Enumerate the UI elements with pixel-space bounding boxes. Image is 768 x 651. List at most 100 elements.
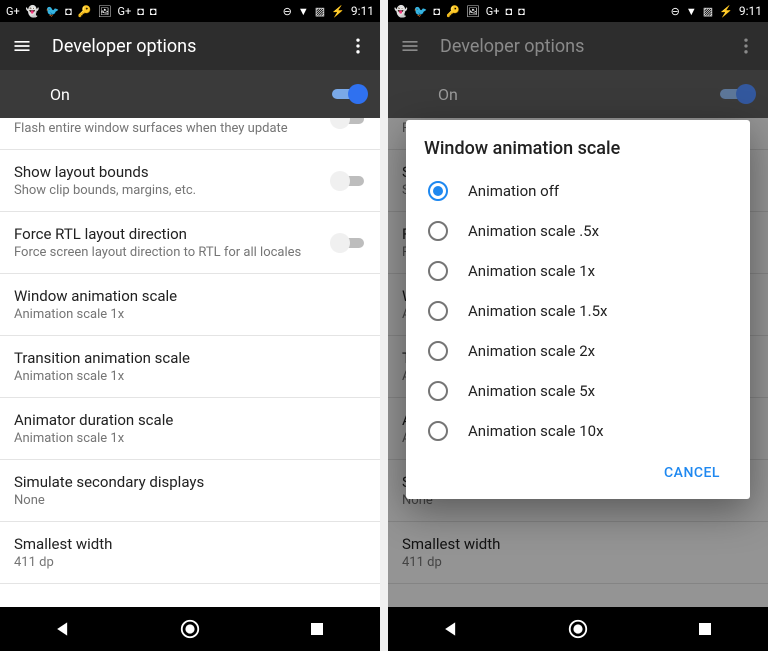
instagram-icon: ◘ <box>433 6 440 17</box>
battery-icon: ⚡ <box>331 6 345 17</box>
wifi-icon: ▼ <box>298 6 309 17</box>
settings-list[interactable]: Show surface updatesFlash entire window … <box>0 118 380 607</box>
cancel-button[interactable]: CANCEL <box>656 459 728 487</box>
no-sim-icon: ▨ <box>703 6 713 17</box>
setting-row[interactable]: Smallest width 411 dp <box>0 522 380 584</box>
setting-row[interactable]: Animator duration scale Animation scale 1… <box>0 398 380 460</box>
setting-subtitle: Animation scale 1x <box>14 307 366 322</box>
key-icon: 🔑 <box>446 6 460 17</box>
radio-label: Animation scale 10x <box>468 422 604 440</box>
snapchat-icon: 👻 <box>26 6 40 17</box>
radio-label: Animation scale 5x <box>468 382 595 400</box>
master-switch-row[interactable]: On <box>388 70 768 118</box>
radio-icon[interactable] <box>428 181 448 201</box>
setting-title: Force RTL layout direction <box>14 225 322 243</box>
no-sim-icon: ▨ <box>315 6 325 17</box>
setting-title: Transition animation scale <box>14 349 366 367</box>
twitter-icon: 🐦 <box>45 6 59 17</box>
instagram-icon: ◘ <box>518 6 525 17</box>
radio-option[interactable]: Animation scale 5x <box>424 371 732 411</box>
master-switch-row[interactable]: On <box>0 70 380 118</box>
radio-option[interactable]: Animation off <box>424 171 732 211</box>
radio-option[interactable]: Animation scale 1.5x <box>424 291 732 331</box>
nav-bar <box>388 607 768 651</box>
radio-option[interactable]: Animation scale 10x <box>424 411 732 451</box>
app-bar: Developer options <box>0 22 380 70</box>
setting-toggle[interactable] <box>332 171 366 191</box>
setting-toggle[interactable] <box>332 118 366 129</box>
radio-label: Animation off <box>468 182 559 200</box>
radio-icon[interactable] <box>428 261 448 281</box>
setting-subtitle: Flash entire window surfaces when they u… <box>14 121 322 136</box>
nav-home-icon[interactable] <box>179 618 201 640</box>
instagram-icon: ◘ <box>137 6 144 17</box>
animation-scale-dialog: Window animation scale Animation off Anim… <box>406 120 750 499</box>
master-switch-toggle[interactable] <box>332 84 366 104</box>
key-icon: 🔑 <box>78 6 92 17</box>
image-icon: 🖼 <box>466 6 480 17</box>
radio-label: Animation scale 2x <box>468 342 595 360</box>
phone-left: G+👻🐦◘🔑🖼G+◘◘ ⊖▼▨⚡9:11 Developer options O… <box>0 0 380 651</box>
overflow-menu-icon[interactable] <box>734 34 758 58</box>
setting-row[interactable]: Show layout bounds Show clip bounds, marg… <box>0 150 380 212</box>
nav-recent-icon[interactable] <box>306 618 328 640</box>
setting-row[interactable]: Simulate secondary displays None <box>0 460 380 522</box>
setting-title: Window animation scale <box>14 287 366 305</box>
nav-recent-icon[interactable] <box>694 618 716 640</box>
app-bar: Developer options <box>388 22 768 70</box>
battery-icon: ⚡ <box>719 6 733 17</box>
setting-row[interactable]: Transition animation scale Animation scal… <box>0 336 380 398</box>
setting-title: Simulate secondary displays <box>14 473 366 491</box>
master-switch-label: On <box>402 85 720 104</box>
radio-label: Animation scale 1.5x <box>468 302 607 320</box>
master-switch-toggle[interactable] <box>720 84 754 104</box>
snapchat-icon: 👻 <box>394 6 408 17</box>
google-plus-icon: G+ <box>486 6 500 17</box>
instagram-icon: ◘ <box>505 6 512 17</box>
status-bar: 👻 🐦 ◘ 🔑 🖼 G+ ◘ ◘ ⊖ ▼ ▨ ⚡ 9:11 <box>388 0 768 22</box>
twitter-icon: 🐦 <box>414 6 428 17</box>
nav-home-icon[interactable] <box>567 618 589 640</box>
dialog-title: Window animation scale <box>424 138 732 159</box>
status-time: 9:11 <box>351 5 374 17</box>
menu-icon[interactable] <box>398 34 422 58</box>
instagram-icon: ◘ <box>150 6 157 17</box>
wifi-icon: ▼ <box>686 6 697 17</box>
setting-row[interactable]: Show surface updatesFlash entire window … <box>0 118 380 150</box>
page-title: Developer options <box>440 36 716 57</box>
radio-icon[interactable] <box>428 341 448 361</box>
nav-bar <box>0 607 380 651</box>
radio-label: Animation scale 1x <box>468 262 595 280</box>
nav-back-icon[interactable] <box>52 618 74 640</box>
setting-title: Animator duration scale <box>14 411 366 429</box>
setting-row[interactable]: Window animation scale Animation scale 1x <box>0 274 380 336</box>
setting-subtitle: Show clip bounds, margins, etc. <box>14 183 322 198</box>
image-icon: 🖼 <box>98 6 112 17</box>
radio-option[interactable]: Animation scale 2x <box>424 331 732 371</box>
status-bar: G+👻🐦◘🔑🖼G+◘◘ ⊖▼▨⚡9:11 <box>0 0 380 22</box>
setting-title: Show layout bounds <box>14 163 322 181</box>
setting-subtitle: 411 dp <box>14 555 366 570</box>
radio-option[interactable]: Animation scale 1x <box>424 251 732 291</box>
setting-toggle[interactable] <box>332 233 366 253</box>
radio-icon[interactable] <box>428 381 448 401</box>
master-switch-label: On <box>14 85 332 104</box>
dialog-actions: CANCEL <box>424 451 732 493</box>
status-time: 9:11 <box>739 5 762 17</box>
setting-subtitle: Animation scale 1x <box>14 431 366 446</box>
google-plus-icon: G+ <box>117 6 131 17</box>
menu-icon[interactable] <box>10 34 34 58</box>
page-title: Developer options <box>52 36 328 57</box>
setting-title: Smallest width <box>14 535 366 553</box>
radio-option[interactable]: Animation scale .5x <box>424 211 732 251</box>
overflow-menu-icon[interactable] <box>346 34 370 58</box>
setting-subtitle: Force screen layout direction to RTL for… <box>14 245 322 260</box>
radio-icon[interactable] <box>428 301 448 321</box>
setting-subtitle: Animation scale 1x <box>14 369 366 384</box>
radio-icon[interactable] <box>428 221 448 241</box>
do-not-disturb-icon: ⊖ <box>671 6 680 17</box>
setting-subtitle: None <box>14 493 366 508</box>
radio-icon[interactable] <box>428 421 448 441</box>
nav-back-icon[interactable] <box>440 618 462 640</box>
setting-row[interactable]: Force RTL layout direction Force screen l… <box>0 212 380 274</box>
